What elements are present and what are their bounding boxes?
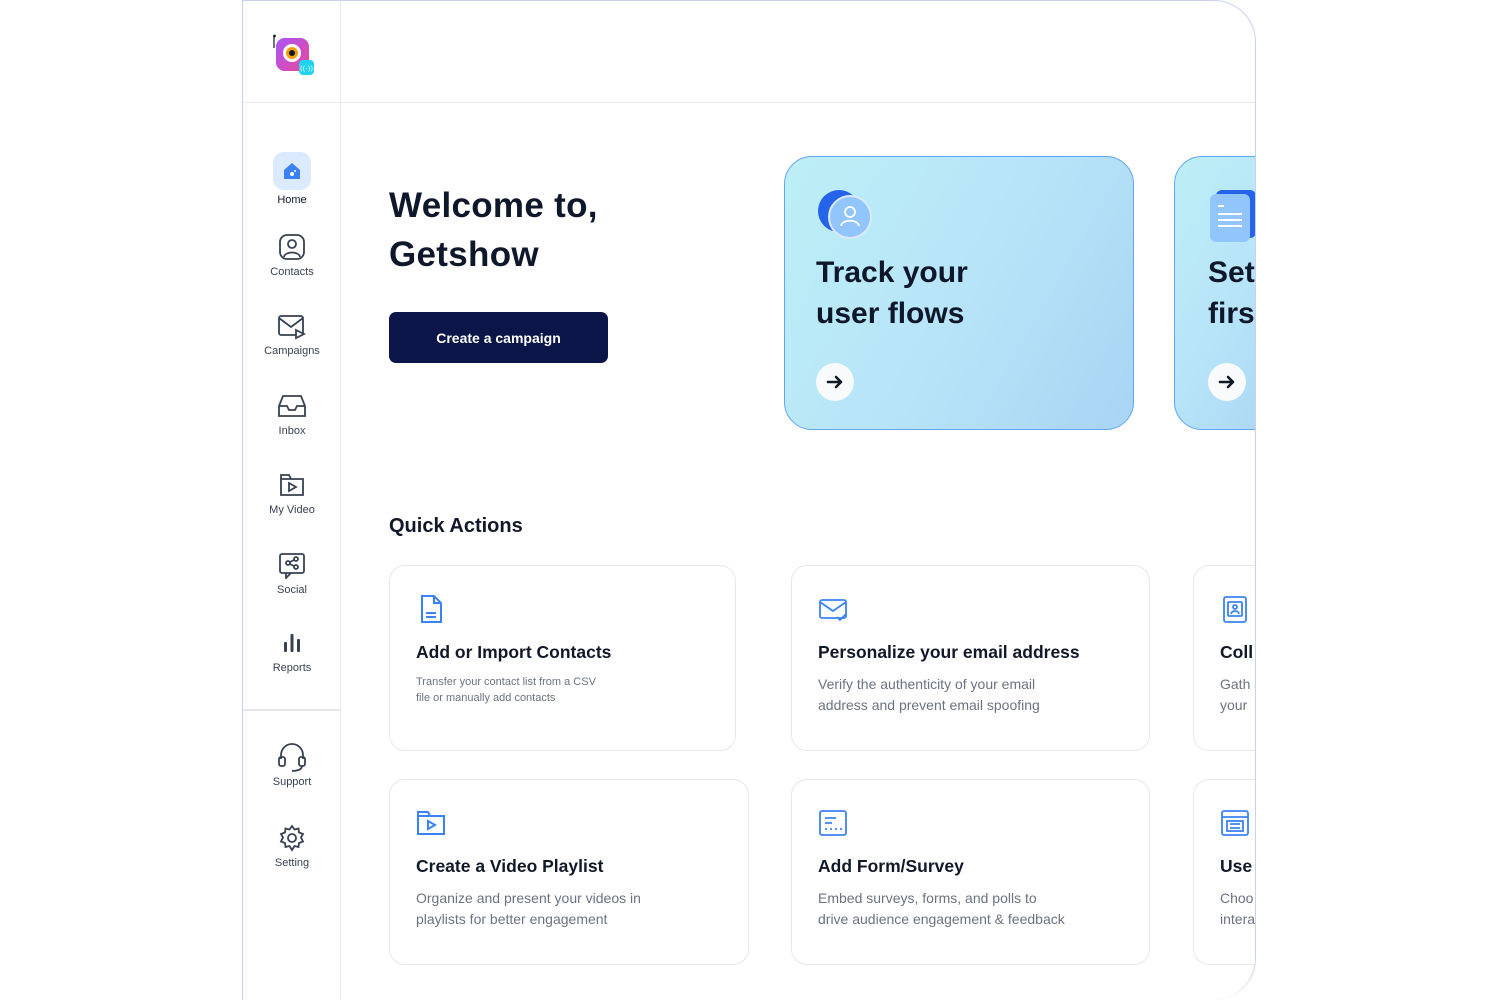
nav-home[interactable]: Home — [243, 152, 341, 206]
card-description-line: Choo — [1220, 890, 1254, 906]
promo-title: Track your user flows — [816, 252, 968, 334]
inbox-icon — [277, 391, 307, 421]
card-title: Coll — [1220, 642, 1254, 662]
arrow-right-icon — [1218, 375, 1235, 389]
card-description-line: intera — [1220, 911, 1256, 927]
nav-label: Inbox — [278, 425, 306, 437]
promo-card-setup[interactable]: Set firs — [1174, 156, 1255, 430]
card-description-line: Organize and present your videos in — [416, 890, 641, 906]
home-icon — [273, 152, 311, 190]
card-title: Create a Video Playlist — [416, 856, 604, 876]
bar-chart-icon — [277, 628, 307, 658]
quick-action-card-form-survey[interactable]: Add Form/Survey Embed surveys, forms, an… — [791, 779, 1150, 965]
video-folder-icon — [417, 811, 445, 835]
card-description-line: drive audience engagement & feedback — [818, 911, 1065, 927]
logo-area: ((·)) — [243, 1, 341, 103]
card-description-line: playlists for better engagement — [416, 911, 608, 927]
contact-icon — [277, 232, 307, 262]
top-bar — [341, 1, 1255, 103]
arrow-right-icon — [826, 375, 843, 389]
sidebar: ((·)) Home Contacts Campaigns Inbox My V… — [243, 1, 341, 1000]
nav-label: Campaigns — [264, 345, 320, 357]
contact-card-icon — [1223, 596, 1247, 623]
mail-send-icon — [277, 311, 307, 341]
nav-setting[interactable]: Setting — [243, 823, 341, 869]
promo-title-line2: firs — [1208, 297, 1255, 330]
card-description: Gath your — [1220, 674, 1250, 716]
welcome-heading: Welcome to, Getshow — [389, 181, 598, 279]
sidebar-divider — [243, 709, 341, 711]
card-title: Personalize your email address — [818, 642, 1080, 662]
video-icon — [277, 470, 307, 500]
svg-text:((·)): ((·)) — [300, 65, 313, 73]
mail-check-icon — [819, 599, 847, 622]
card-description: Verify the authenticity of your email ad… — [818, 674, 1040, 716]
promo-arrow-button[interactable] — [1208, 363, 1246, 401]
card-title: Use — [1220, 856, 1253, 876]
card-description-line: your — [1220, 697, 1248, 713]
quick-actions-title: Quick Actions — [389, 515, 523, 537]
quick-action-card-use-template[interactable]: Use Choo intera — [1193, 779, 1255, 965]
template-icon — [1221, 810, 1249, 836]
nav-label: Reports — [272, 662, 312, 674]
quick-action-card-import-contacts[interactable]: Add or Import Contacts Transfer your con… — [389, 565, 736, 751]
nav-support[interactable]: Support — [243, 742, 341, 788]
card-description-line: address and prevent email spoofing — [818, 697, 1040, 713]
nav-label: Home — [277, 194, 307, 206]
nav-inbox[interactable]: Inbox — [243, 391, 341, 437]
nav-contacts[interactable]: Contacts — [243, 232, 341, 278]
welcome-line1: Welcome to, — [389, 186, 598, 225]
card-description-line: Embed surveys, forms, and polls to — [818, 890, 1037, 906]
card-description-line: Transfer your contact list from a CSV — [416, 676, 596, 688]
nav-social[interactable]: Social — [243, 550, 341, 596]
quick-action-card-collect[interactable]: Coll Gath your — [1193, 565, 1255, 751]
quick-action-card-video-playlist[interactable]: Create a Video Playlist Organize and pre… — [389, 779, 749, 965]
nav-label: Social — [277, 584, 307, 596]
card-title: Add or Import Contacts — [416, 642, 612, 662]
promo-title-line1: Set — [1208, 256, 1255, 289]
card-description: Organize and present your videos in play… — [416, 888, 641, 930]
welcome-line2: Getshow — [389, 235, 539, 274]
card-description-line: Gath — [1220, 676, 1251, 692]
nav-my-video[interactable]: My Video — [243, 470, 341, 516]
nav-label: My Video — [269, 504, 315, 516]
card-description-line: Verify the authenticity of your email — [818, 676, 1036, 692]
promo-title: Set firs — [1208, 252, 1255, 334]
nav-label: Contacts — [270, 266, 314, 278]
promo-arrow-button[interactable] — [816, 363, 854, 401]
headset-icon — [277, 742, 307, 772]
nav-reports[interactable]: Reports — [243, 628, 341, 674]
card-description: Choo intera — [1220, 888, 1255, 930]
quick-action-card-personalize-email[interactable]: Personalize your email address Verify th… — [791, 565, 1150, 751]
app-logo[interactable]: ((·)) — [273, 34, 315, 76]
promo-title-line2: user flows — [816, 297, 965, 330]
document-icon — [1210, 190, 1255, 242]
nav-label: Setting — [274, 857, 310, 869]
card-description: Embed surveys, forms, and polls to drive… — [818, 888, 1065, 930]
create-campaign-button[interactable]: Create a campaign — [389, 312, 608, 363]
file-icon — [421, 595, 442, 623]
nav-campaigns[interactable]: Campaigns — [243, 311, 341, 357]
nav-label: Support — [272, 776, 312, 788]
card-title: Add Form/Survey — [818, 856, 964, 876]
promo-card-track-flows[interactable]: Track your user flows — [784, 156, 1134, 430]
form-icon — [819, 810, 847, 836]
user-icon — [818, 190, 872, 239]
app-frame: ((·)) Home Contacts Campaigns Inbox My V… — [242, 0, 1256, 1000]
card-description-line: file or manually add contacts — [416, 692, 556, 704]
gear-icon — [277, 823, 307, 853]
card-description: Transfer your contact list from a CSV fi… — [416, 674, 596, 706]
promo-title-line1: Track your — [816, 256, 968, 289]
share-icon — [277, 550, 307, 580]
